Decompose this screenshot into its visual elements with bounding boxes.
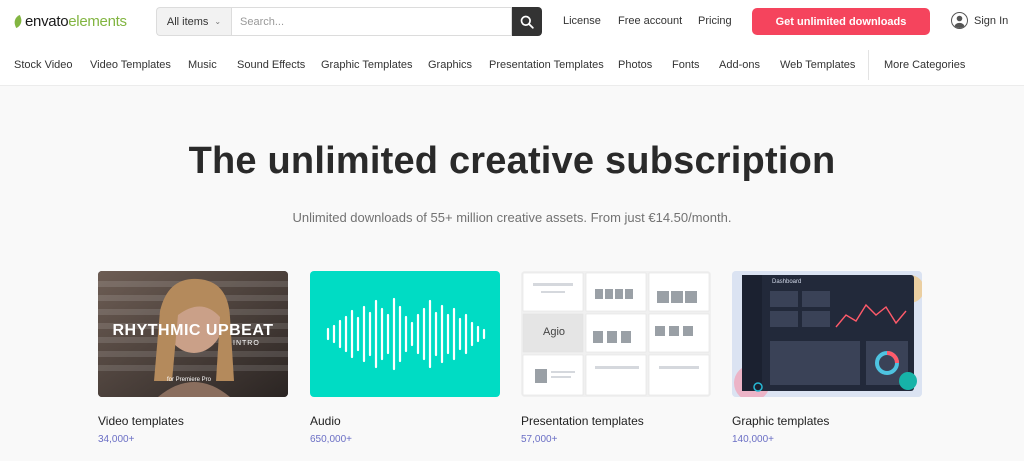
nav-divider bbox=[868, 50, 869, 80]
search-input[interactable] bbox=[231, 7, 512, 36]
graphic-thumb-title: Dashboard bbox=[772, 279, 802, 285]
card-label: Presentation templates bbox=[521, 414, 644, 428]
search-category-select[interactable]: All items ⌄ bbox=[156, 7, 231, 36]
free-account-link[interactable]: Free account bbox=[618, 15, 682, 27]
user-icon bbox=[951, 12, 968, 29]
graphic-templates-thumbnail[interactable]: Dashboard bbox=[732, 271, 922, 397]
card-count: 57,000+ bbox=[521, 434, 558, 445]
hero-subtitle: Unlimited downloads of 55+ million creat… bbox=[292, 210, 732, 225]
waveform-icon bbox=[326, 297, 486, 371]
nav-photos[interactable]: Photos bbox=[618, 59, 652, 71]
video-thumb-subtitle: INTRO bbox=[233, 340, 260, 347]
nav-presentation-templates[interactable]: Presentation Templates bbox=[489, 59, 604, 71]
chevron-down-icon: ⌄ bbox=[214, 17, 222, 26]
top-header: envatoelements All items ⌄ License Free … bbox=[0, 0, 1024, 44]
category-nav: Stock Video Video Templates Music Sound … bbox=[0, 44, 1024, 86]
card-count: 650,000+ bbox=[310, 434, 352, 445]
nav-graphic-templates[interactable]: Graphic Templates bbox=[321, 59, 413, 71]
category-card-presentation-templates[interactable]: Agio Presentation templates 57,000+ bbox=[521, 271, 711, 445]
nav-music[interactable]: Music bbox=[188, 59, 217, 71]
sign-in-label: Sign In bbox=[974, 14, 1009, 27]
nav-more-categories[interactable]: More Categories bbox=[884, 59, 965, 71]
video-templates-thumbnail[interactable]: RHYTHMIC UPBEAT INTRO for Premiere Pro bbox=[98, 271, 288, 397]
search-button[interactable] bbox=[512, 7, 542, 36]
search-icon bbox=[520, 15, 534, 29]
envato-elements-logo[interactable]: envato elements bbox=[12, 11, 127, 31]
card-label: Graphic templates bbox=[732, 414, 830, 428]
card-label: Video templates bbox=[98, 414, 184, 428]
category-card-audio[interactable]: Audio 650,000+ bbox=[310, 271, 500, 445]
video-thumb-title: RHYTHMIC UPBEAT bbox=[112, 322, 274, 339]
pricing-link[interactable]: Pricing bbox=[698, 15, 732, 27]
card-count: 34,000+ bbox=[98, 434, 135, 445]
video-thumb-caption: for Premiere Pro bbox=[167, 377, 212, 383]
search-bar: All items ⌄ bbox=[156, 7, 542, 36]
presentation-thumb-title: Agio bbox=[543, 326, 566, 338]
nav-video-templates[interactable]: Video Templates bbox=[90, 59, 171, 71]
hero-title: The unlimited creative subscription bbox=[188, 140, 836, 182]
card-label: Audio bbox=[310, 414, 341, 428]
sign-in-link[interactable]: Sign In bbox=[951, 12, 1008, 29]
audio-thumbnail[interactable] bbox=[310, 271, 500, 397]
category-card-graphic-templates[interactable]: Dashboard Graphic templates 140,000+ bbox=[732, 271, 922, 445]
nav-stock-video[interactable]: Stock Video bbox=[14, 59, 73, 71]
license-link[interactable]: License bbox=[563, 15, 601, 27]
nav-add-ons[interactable]: Add-ons bbox=[719, 59, 760, 71]
card-count: 140,000+ bbox=[732, 434, 774, 445]
nav-graphics[interactable]: Graphics bbox=[428, 59, 472, 71]
category-card-video-templates[interactable]: RHYTHMIC UPBEAT INTRO for Premiere Pro V… bbox=[98, 271, 288, 445]
search-category-label: All items bbox=[166, 15, 209, 28]
nav-fonts[interactable]: Fonts bbox=[672, 59, 700, 71]
nav-sound-effects[interactable]: Sound Effects bbox=[237, 59, 305, 71]
get-unlimited-downloads-button[interactable]: Get unlimited downloads bbox=[752, 8, 930, 35]
nav-web-templates[interactable]: Web Templates bbox=[780, 59, 855, 71]
leaf-icon bbox=[12, 14, 24, 28]
presentation-templates-thumbnail[interactable]: Agio bbox=[521, 271, 711, 397]
